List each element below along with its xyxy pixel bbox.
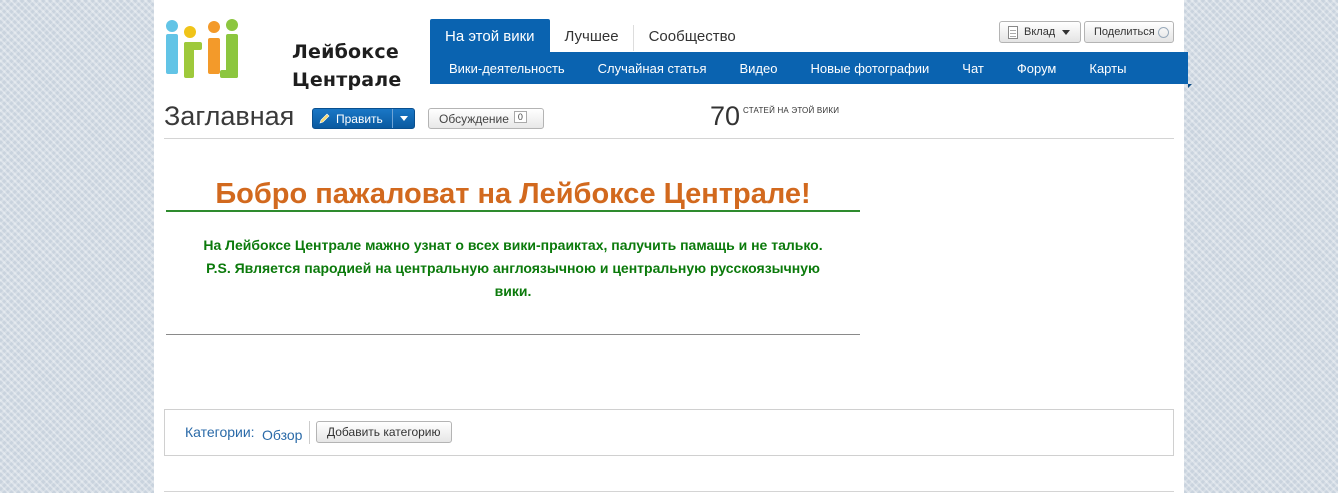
footer-divider <box>164 491 1174 492</box>
chevron-down-icon <box>399 116 408 121</box>
chevron-down-icon <box>1062 29 1071 35</box>
subnav-wiki-activity[interactable]: Вики-деятельность <box>433 52 582 84</box>
talk-count-badge: 0 <box>513 110 527 123</box>
welcome-text: На Лейбоксе Централе мажно узнат о всех … <box>166 234 860 303</box>
welcome-underline <box>166 210 860 212</box>
categories-separator <box>309 421 310 444</box>
contribute-label: Вклад <box>1024 26 1056 38</box>
share-icon <box>1157 26 1169 38</box>
edit-button[interactable]: Править <box>312 108 415 129</box>
article-count: 70 <box>710 101 741 131</box>
welcome-line-2: P.S. Является пародией на центральную ан… <box>206 260 820 276</box>
share-label: Поделиться <box>1094 26 1155 38</box>
tab-community[interactable]: Сообщество <box>634 19 751 52</box>
talk-label: Обсуждение <box>439 111 509 126</box>
pencil-icon <box>319 113 330 124</box>
welcome-title: Бобро пажаловат на Лейбоксе Централе! <box>215 178 811 210</box>
subnav-random-article[interactable]: Случайная статья <box>582 52 724 84</box>
logo-icon <box>166 19 238 78</box>
talk-button[interactable]: Обсуждение 0 <box>428 108 544 129</box>
categories-box: Категории: Обзор Добавить категорию <box>164 409 1174 456</box>
edit-label: Править <box>336 111 383 126</box>
welcome-line-1: На Лейбоксе Централе мажно узнат о всех … <box>203 237 823 253</box>
main-nav: На этой вики Лучшее Сообщество <box>430 19 751 52</box>
subnav-chat[interactable]: Чат <box>946 52 1001 84</box>
document-icon <box>1008 25 1018 39</box>
add-category-button[interactable]: Добавить категорию <box>316 421 452 443</box>
subnav-forum[interactable]: Форум <box>1001 52 1074 84</box>
logo-text: Лейбоксе Централе <box>292 38 401 94</box>
page-title: Заглавная <box>164 101 295 131</box>
edit-main[interactable]: Править <box>313 109 393 128</box>
logo-line-1: Лейбоксе <box>292 41 399 63</box>
site-logo[interactable]: Лейбоксе Централе <box>164 16 401 91</box>
category-link[interactable]: Обзор <box>262 427 302 443</box>
tab-on-this-wiki[interactable]: На этой вики <box>430 19 550 52</box>
article-count-label: СТАТЕЙ НА ЭТОЙ ВИКИ <box>743 106 840 115</box>
page-container: Лейбоксе Централе На этой вики Лучшее Со… <box>154 0 1192 493</box>
share-button[interactable]: Поделиться <box>1084 21 1174 43</box>
sub-nav: Вики-деятельность Случайная статья Видео… <box>430 52 1192 88</box>
contribute-button[interactable]: Вклад <box>999 21 1081 43</box>
subnav-video[interactable]: Видео <box>724 52 795 84</box>
subnav-maps[interactable]: Карты <box>1073 52 1143 84</box>
tab-best[interactable]: Лучшее <box>550 19 634 52</box>
content-divider <box>166 334 860 335</box>
header-divider <box>164 138 1174 139</box>
subnav-corner <box>1188 84 1192 88</box>
edit-dropdown-toggle[interactable] <box>393 116 414 121</box>
subnav-new-photos[interactable]: Новые фотографии <box>794 52 946 84</box>
logo-line-2: Централе <box>292 69 402 91</box>
welcome-line-3: вики. <box>494 283 532 299</box>
categories-label: Категории: <box>185 424 255 440</box>
